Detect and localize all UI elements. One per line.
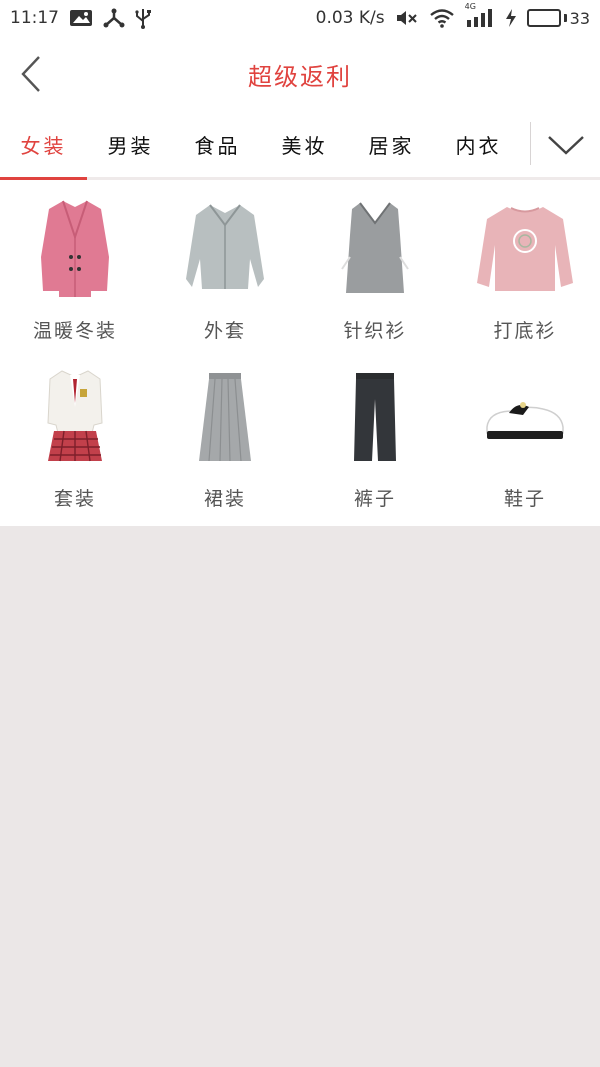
uniform-suit-icon bbox=[20, 362, 130, 472]
category-label: 套装 bbox=[53, 488, 96, 510]
tab-1[interactable]: 男装 bbox=[87, 112, 174, 177]
category-item[interactable]: 温暖冬装 bbox=[0, 194, 150, 362]
category-item[interactable]: 针织衫 bbox=[300, 194, 450, 362]
usb-icon bbox=[135, 7, 151, 29]
tab-label: 男装 bbox=[107, 134, 154, 158]
knit-vest-icon bbox=[320, 194, 430, 304]
jacket-icon bbox=[170, 194, 280, 304]
chevron-left-icon bbox=[21, 56, 40, 92]
battery-percent: 33 bbox=[569, 8, 590, 28]
battery-icon: 33 bbox=[526, 8, 590, 28]
category-item[interactable]: 鞋子 bbox=[450, 362, 600, 530]
category-item[interactable]: 外套 bbox=[150, 194, 300, 362]
category-item[interactable]: 裙装 bbox=[150, 362, 300, 530]
image-icon bbox=[69, 8, 93, 28]
category-item[interactable]: 裤子 bbox=[300, 362, 450, 530]
status-bar: 11:17 0.03 K/s 4G 33 bbox=[0, 0, 600, 36]
charging-icon bbox=[505, 8, 517, 28]
chevron-down-icon bbox=[547, 135, 584, 155]
sweatshirt-icon bbox=[470, 194, 580, 304]
tab-4[interactable]: 居家 bbox=[348, 112, 435, 177]
tab-label: 内衣 bbox=[455, 134, 502, 158]
category-label: 温暖冬装 bbox=[32, 320, 117, 342]
category-tabs: 女装 男装 食品 美妆 居家 内衣 bbox=[0, 112, 600, 180]
category-item[interactable]: 套装 bbox=[0, 362, 150, 530]
signal-icon: 4G bbox=[465, 2, 495, 28]
shoe-icon bbox=[470, 362, 580, 472]
tab-label: 食品 bbox=[194, 134, 241, 158]
share-node-icon bbox=[103, 8, 125, 28]
category-item[interactable]: 打底衫 bbox=[450, 194, 600, 362]
category-label: 针织衫 bbox=[343, 320, 407, 342]
back-button[interactable] bbox=[14, 54, 48, 94]
mute-icon bbox=[395, 8, 419, 28]
category-grid: 温暖冬装 外套 针织衫 打底衫 套装 裙装 裤子 鞋子 bbox=[0, 180, 600, 526]
network-type: 4G bbox=[464, 2, 476, 11]
tab-label: 女装 bbox=[20, 134, 67, 158]
tab-label: 居家 bbox=[368, 134, 415, 158]
expand-tabs-button[interactable] bbox=[531, 112, 600, 177]
category-label: 裤子 bbox=[353, 488, 396, 510]
tab-2[interactable]: 食品 bbox=[174, 112, 261, 177]
trousers-icon bbox=[320, 362, 430, 472]
wifi-icon bbox=[429, 8, 455, 28]
network-speed: 0.03 K/s bbox=[315, 8, 385, 28]
tab-0[interactable]: 女装 bbox=[0, 112, 87, 180]
pink-coat-icon bbox=[20, 194, 130, 304]
tab-label: 美妆 bbox=[281, 134, 328, 158]
tab-3[interactable]: 美妆 bbox=[261, 112, 348, 177]
category-label: 裙装 bbox=[203, 488, 246, 510]
page-title: 超级返利 bbox=[248, 62, 352, 91]
header-bar: 超级返利 bbox=[0, 36, 600, 112]
category-label: 鞋子 bbox=[503, 488, 546, 510]
category-label: 外套 bbox=[203, 320, 246, 342]
status-time: 11:17 bbox=[10, 8, 59, 28]
category-label: 打底衫 bbox=[493, 320, 557, 342]
tab-5[interactable]: 内衣 bbox=[435, 112, 522, 177]
skirt-icon bbox=[170, 362, 280, 472]
